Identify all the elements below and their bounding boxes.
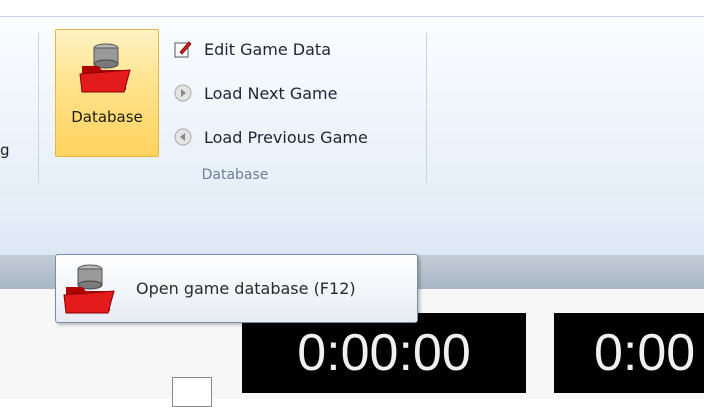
top-strip	[0, 0, 704, 16]
database-button[interactable]: Database	[55, 29, 159, 157]
load-next-game-command[interactable]: Load Next Game	[172, 81, 337, 105]
clock-display-white: 0:00:00	[242, 313, 526, 393]
ribbon: g Database Edit Game Data Load Next Game…	[0, 16, 704, 198]
tooltip: Open game database (F12)	[55, 254, 418, 323]
group-separator	[426, 33, 427, 183]
load-next-game-label: Load Next Game	[204, 83, 338, 103]
load-previous-game-command[interactable]: Load Previous Game	[172, 125, 368, 149]
edit-icon	[172, 38, 194, 60]
clock-display-black: 0:00	[554, 313, 704, 393]
checkbox[interactable]	[172, 377, 212, 407]
previous-arrow-icon	[172, 126, 194, 148]
load-previous-game-label: Load Previous Game	[204, 127, 368, 147]
edit-game-data-label: Edit Game Data	[204, 39, 331, 59]
group-separator	[38, 33, 39, 183]
next-arrow-icon	[172, 82, 194, 104]
database-folder-icon	[79, 43, 131, 93]
tooltip-text: Open game database (F12)	[136, 279, 356, 298]
edit-game-data-command[interactable]: Edit Game Data	[172, 37, 331, 61]
toolbar-band	[0, 197, 704, 255]
ribbon-partial-label: g	[0, 141, 10, 159]
database-folder-icon	[63, 264, 115, 314]
group-label-database: Database	[201, 167, 269, 183]
database-button-label: Database	[71, 108, 143, 126]
